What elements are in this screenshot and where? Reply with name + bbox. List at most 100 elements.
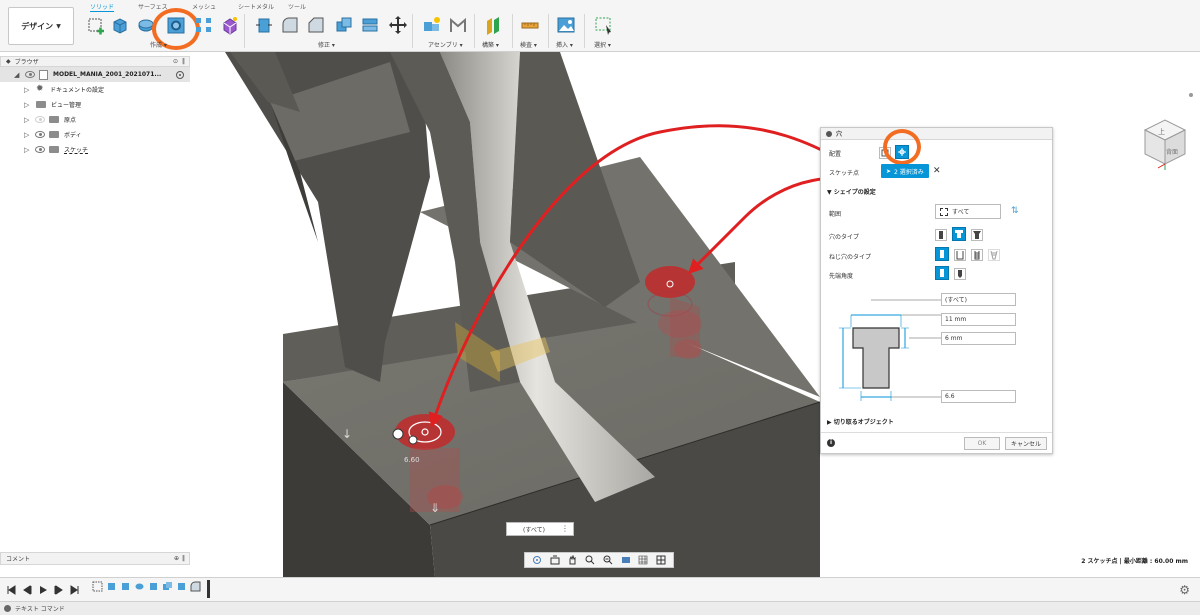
cancel-button[interactable]: キャンセル (1005, 437, 1047, 450)
viewcube[interactable]: 上 背面 (1143, 93, 1193, 170)
offset-plane-tool[interactable] (484, 14, 504, 36)
tree-item-bodies[interactable]: ▷ ボディ (0, 127, 190, 142)
tapped-button[interactable] (971, 249, 983, 261)
expand-triangle-icon[interactable]: ▷ (24, 131, 32, 139)
shape-settings-section[interactable]: ▼ シェイプの設定 (827, 187, 876, 196)
display-settings-icon[interactable] (621, 555, 631, 565)
ok-button[interactable]: OK (964, 437, 1000, 450)
tree-item-origin[interactable]: ▷ 原点 (0, 112, 190, 127)
tab-tools[interactable]: ツール (288, 2, 306, 11)
taper-tapped-button[interactable] (988, 249, 1000, 261)
extent-dropdown[interactable]: すべて (935, 204, 1001, 219)
go-to-start-icon[interactable] (6, 585, 16, 595)
visibility-eye-icon[interactable] (35, 146, 45, 153)
expand-icon[interactable]: ‖ (182, 555, 185, 562)
objects-to-cut-section[interactable]: ▶ 切り取るオブジェクト (827, 417, 894, 426)
grid-icon[interactable] (638, 555, 648, 565)
timeline-fillet-icon[interactable] (190, 581, 201, 592)
info-icon[interactable]: i (827, 439, 835, 447)
simple-thread-button[interactable] (935, 247, 949, 261)
sketch-point-selection[interactable]: ➤ 2 選択済み (881, 164, 929, 178)
extent-mini-toolbar[interactable]: (すべて) ⋮ (506, 522, 574, 536)
visibility-eye-icon[interactable] (35, 116, 45, 123)
text-command-bar[interactable]: テキスト コマンド (0, 601, 1200, 615)
pan-icon[interactable] (567, 555, 577, 565)
gear-icon[interactable]: ⚙ (1179, 583, 1190, 597)
insert-group-label[interactable]: 挿入 ▾ (556, 40, 573, 49)
new-component-tool[interactable] (422, 14, 442, 36)
countersink-button[interactable] (971, 229, 983, 241)
create-sketch-tool[interactable] (86, 14, 106, 36)
expand-triangle-icon[interactable]: ▷ (24, 116, 32, 124)
press-pull-tool[interactable] (254, 14, 274, 36)
shell-tool[interactable] (334, 14, 354, 36)
construct-group-label[interactable]: 構築 ▾ (482, 40, 499, 49)
zoom-icon[interactable] (585, 555, 595, 565)
collapse-triangle-icon[interactable]: ◢ (14, 71, 22, 79)
timeline-extrude-icon[interactable] (176, 581, 187, 592)
flip-direction-icon[interactable]: ⇅ (1011, 206, 1019, 216)
insert-canvas-tool[interactable] (556, 14, 576, 36)
timeline-extrude-icon[interactable] (120, 581, 131, 592)
form-tool[interactable] (220, 14, 240, 36)
simple-hole-button[interactable] (935, 229, 947, 241)
joint-tool[interactable] (448, 14, 468, 36)
expand-triangle-icon[interactable]: ▷ (24, 146, 32, 154)
timeline-marker[interactable] (207, 580, 210, 598)
tab-surface[interactable]: サーフェス (138, 2, 168, 11)
step-back-icon[interactable] (22, 585, 32, 595)
measure-tool[interactable] (520, 14, 540, 36)
orbit-icon[interactable] (532, 555, 542, 565)
assemble-group-label[interactable]: アセンブリ ▾ (428, 40, 463, 49)
counterbore-button[interactable] (952, 227, 966, 241)
visibility-eye-icon[interactable] (35, 131, 45, 138)
tree-item-document-settings[interactable]: ▷ ✹ ドキュメントの設定 (0, 82, 190, 97)
viewports-icon[interactable] (656, 555, 666, 565)
step-forward-icon[interactable] (54, 585, 64, 595)
play-icon[interactable] (38, 585, 48, 595)
dialog-header[interactable]: 穴 (821, 128, 1052, 140)
chamfer-tool[interactable] (306, 14, 326, 36)
move-tool[interactable] (388, 14, 408, 36)
counterbore-depth-field[interactable]: 6 mm (941, 332, 1016, 345)
expand-icon[interactable]: ‖ (182, 58, 185, 65)
add-comment-icon[interactable]: ⊕ (174, 555, 179, 562)
tree-item-root[interactable]: ◢ MODEL_MANIA_2001_2021071... (0, 67, 190, 82)
hole-diameter-field[interactable]: 6.6 (941, 390, 1016, 403)
timeline-revolve-icon[interactable] (134, 581, 145, 592)
timeline-extrude-icon[interactable] (148, 581, 159, 592)
more-options-icon[interactable]: ⋮ (561, 524, 569, 533)
activate-icon[interactable] (176, 70, 184, 79)
extrude-tool[interactable] (110, 14, 130, 36)
pattern-tool[interactable] (194, 14, 214, 36)
tab-solid[interactable]: ソリッド (90, 2, 115, 12)
tree-item-view-management[interactable]: ▷ ビュー管理 (0, 97, 190, 112)
collapse-panel-icon[interactable]: ◆ (6, 58, 11, 65)
select-group-label[interactable]: 選択 ▾ (594, 40, 611, 49)
dialog-menu-icon[interactable] (826, 130, 832, 137)
tab-sheet-metal[interactable]: シートメタル (238, 2, 274, 11)
timeline-combine-icon[interactable] (162, 581, 173, 592)
modify-group-label[interactable]: 修正 ▾ (318, 40, 335, 49)
flat-drill-point-button[interactable] (935, 266, 949, 280)
inspect-group-label[interactable]: 検査 ▾ (520, 40, 537, 49)
fillet-tool[interactable] (280, 14, 300, 36)
create-group-label[interactable]: 作成 ▾ (150, 40, 167, 49)
combine-tool[interactable] (360, 14, 380, 36)
timeline-extrude-icon[interactable] (106, 581, 117, 592)
look-at-icon[interactable] (550, 555, 560, 565)
fit-icon[interactable] (603, 555, 613, 565)
go-to-end-icon[interactable] (70, 585, 80, 595)
expand-triangle-icon[interactable]: ▷ (24, 86, 32, 94)
flip-arrow-icon[interactable]: ⇓ (430, 501, 440, 515)
pin-icon[interactable]: ⊙ (173, 58, 178, 65)
clearance-button[interactable] (954, 249, 966, 261)
expand-triangle-icon[interactable]: ▷ (24, 101, 32, 109)
workspace-switcher-button[interactable]: デザイン ▼ (8, 7, 74, 45)
select-tool[interactable] (594, 14, 614, 36)
timeline-sketch-icon[interactable] (92, 581, 103, 592)
counterbore-diameter-field[interactable]: 11 mm (941, 313, 1016, 326)
clear-selection-icon[interactable]: ✕ (933, 166, 941, 176)
tab-mesh[interactable]: メッシュ (192, 2, 216, 11)
angled-drill-point-button[interactable] (954, 268, 966, 280)
